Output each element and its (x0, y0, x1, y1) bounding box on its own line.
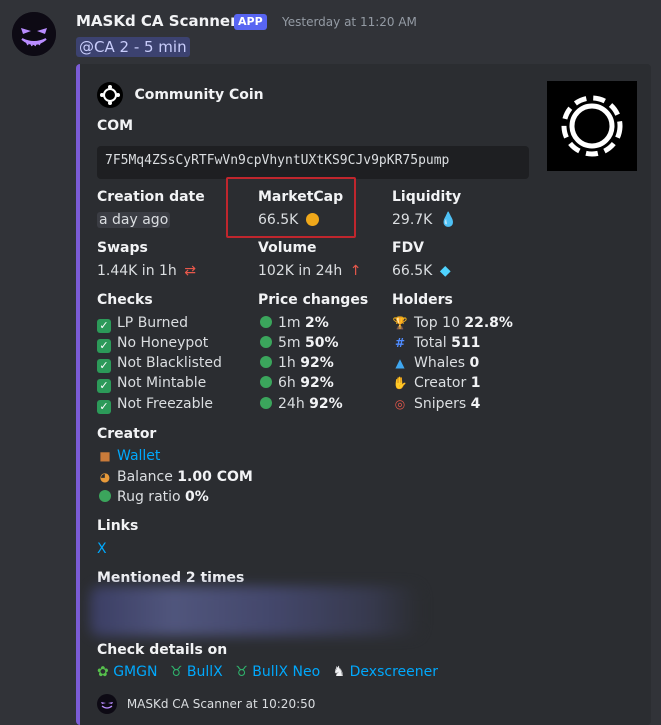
checkmark-icon: ✓ (97, 379, 111, 393)
bot-avatar[interactable] (12, 12, 56, 56)
checkmark-icon: ✓ (97, 359, 111, 373)
wallet-icon: ■ (99, 449, 111, 463)
volume-value: 102K in 24h (258, 263, 343, 279)
rug-ratio-value: 0% (185, 489, 209, 505)
pie-chart-icon: ◕ (99, 470, 111, 484)
volume-label: Volume (258, 240, 317, 256)
balance-value: 1.00 COM (177, 469, 253, 485)
bullx-neo-link[interactable]: BullX Neo (252, 664, 320, 680)
balance-label: Balance (117, 469, 173, 485)
green-circle-icon (260, 316, 272, 328)
price-change-item: 24h 92% (260, 396, 343, 412)
check-details-label: Check details on (97, 642, 228, 658)
bot-username[interactable]: MASKd CA Scanner (76, 12, 238, 30)
checkmark-icon: ✓ (97, 319, 111, 333)
check-item: ✓ Not Mintable (97, 375, 206, 393)
swap-arrows-icon: ⇄ (184, 263, 196, 279)
blurred-mentions (90, 586, 420, 636)
embed-footer: MASKd CA Scanner at 10:20:50 (97, 694, 315, 714)
price-change-item: 6h 92% (260, 375, 334, 391)
green-circle-icon (99, 490, 111, 502)
coin-logo-large-icon (547, 81, 637, 171)
dexscreener-link[interactable]: Dexscreener (350, 664, 438, 680)
check-item: ✓ LP Burned (97, 315, 188, 333)
holders-label: Holders (392, 292, 453, 308)
whale-icon: ▲ (395, 356, 405, 370)
checkmark-icon: ✓ (97, 400, 111, 414)
check-item: ✓ Not Blacklisted (97, 355, 222, 373)
check-item: ✓ No Honeypot (97, 335, 208, 353)
footer-text: MASKd CA Scanner at 10:20:50 (126, 696, 316, 711)
liquidity-value: 29.7K (392, 212, 433, 228)
embed-author-name[interactable]: Community Coin (134, 87, 263, 103)
holder-item: # Total 511 (392, 335, 480, 351)
holder-item: ✋ Creator 1 (392, 375, 481, 391)
bullx-link[interactable]: BullX (187, 664, 223, 680)
fdv-value: 66.5K (392, 263, 433, 279)
embed-author: Community Coin (97, 82, 264, 108)
contract-address[interactable]: 7F5Mq4ZSsCyRTFwVn9cpVhyntUXtKS9CJv9pKR75… (97, 146, 529, 179)
price-change-item: 1m 2% (260, 315, 329, 331)
coin-ticker: COM (97, 118, 134, 134)
message-timestamp[interactable]: Yesterday at 11:20 AM (282, 15, 417, 29)
swaps-label: Swaps (97, 240, 148, 256)
price-change-item: 5m 50% (260, 335, 339, 351)
diamond-icon: ◆ (439, 263, 451, 279)
links-label: Links (97, 518, 139, 534)
price-change-item: 1h 92% (260, 355, 334, 371)
rug-ratio-label: Rug ratio (117, 489, 181, 505)
holder-item: ▲ Whales 0 (392, 355, 479, 371)
gmgn-frog-icon: ✿ (97, 664, 109, 680)
scanner-embed: Community Coin COM 7F5Mq4ZSsCyRTFwVn9cpV… (76, 64, 651, 725)
holder-item: ◎ Snipers 4 (392, 396, 481, 412)
marketcap-highlight-box (226, 177, 356, 238)
fdv-label: FDV (392, 240, 425, 256)
droplet-icon: 💧 (439, 212, 458, 228)
green-circle-icon (260, 356, 272, 368)
coin-thumbnail[interactable] (547, 81, 637, 171)
gmgn-link[interactable]: GMGN (113, 664, 157, 680)
creator-label: Creator (97, 426, 157, 442)
coin-icon (305, 213, 319, 226)
check-details-links: ✿ GMGN ♉ BullX ♉ BullX Neo ♞ Dexscreener (97, 664, 438, 680)
arrow-up-icon: ↑ (349, 263, 362, 279)
marketcap-value: 66.5K (258, 212, 299, 228)
creation-date-value: a day ago (97, 212, 171, 228)
footer-avatar-icon (97, 694, 117, 714)
price-changes-label: Price changes (258, 292, 369, 308)
creator-icon: ✋ (392, 376, 408, 390)
target-icon: ◎ (394, 397, 406, 411)
checks-label: Checks (97, 292, 153, 308)
role-mention[interactable]: @CA 2 - 5 min (76, 37, 190, 57)
green-circle-icon (260, 336, 272, 348)
dexscreener-icon: ♞ (332, 664, 346, 680)
x-link[interactable]: X (97, 541, 107, 557)
bull-icon: ♉ (169, 664, 183, 680)
trophy-icon: 🏆 (392, 316, 408, 330)
green-circle-icon (260, 397, 272, 409)
creation-date-label: Creation date (97, 189, 205, 205)
marketcap-label: MarketCap (258, 189, 344, 205)
liquidity-label: Liquidity (392, 189, 462, 205)
bull-icon: ♉ (235, 664, 248, 680)
wallet-link[interactable]: Wallet (117, 448, 160, 464)
numbers-icon: # (394, 336, 406, 350)
mentioned-label: Mentioned 2 times (97, 570, 245, 586)
coin-logo-icon (97, 82, 123, 108)
checkmark-icon: ✓ (97, 339, 111, 353)
mask-face-icon (12, 12, 56, 56)
green-circle-icon (260, 376, 272, 388)
swaps-value: 1.44K in 1h (97, 263, 177, 279)
holder-item: 🏆 Top 10 22.8% (392, 315, 513, 331)
check-item: ✓ Not Freezable (97, 396, 213, 414)
app-badge: APP (234, 14, 267, 30)
